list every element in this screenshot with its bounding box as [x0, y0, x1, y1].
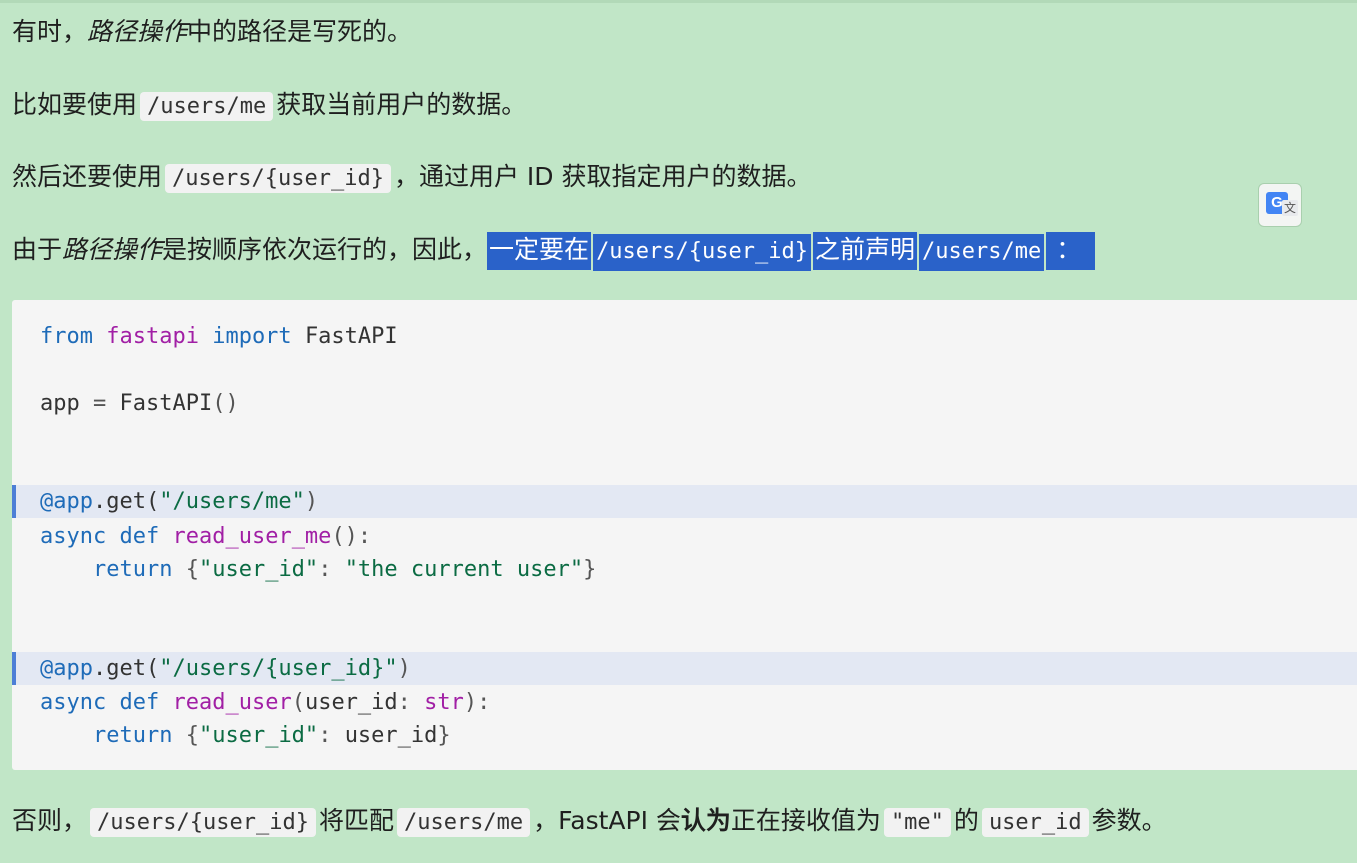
code-line-1: from fastapi import FastAPI	[12, 320, 1357, 353]
code-block: from fastapi import FastAPI app = FastAP…	[12, 300, 1357, 770]
kw-async: async	[40, 690, 107, 715]
para4-emphasis: 路径操作	[62, 235, 163, 264]
para5-text-mid1: 将匹配	[318, 806, 394, 835]
para5-text-mid3: 正在接收值为	[730, 806, 881, 835]
method-get: .get(	[92, 656, 160, 681]
colon: :	[397, 690, 425, 715]
paren-close: )	[397, 656, 411, 681]
function-name: read_user_me	[172, 524, 332, 549]
paragraph-hardcoded-paths: 有时，路径操作中的路径是写死的。	[12, 13, 412, 51]
colon: :	[318, 557, 345, 582]
code-line-3-highlighted: @app.get("/users/me")	[12, 485, 1357, 518]
inline-code-users-user-id: /users/{user_id}	[165, 164, 391, 193]
inline-code-users-user-id: /users/{user_id}	[90, 808, 316, 837]
para1-text-pre: 有时，	[12, 17, 88, 46]
paragraph-users-me: 比如要使用/users/me 获取当前用户的数据。	[12, 86, 526, 126]
inline-code-users-me: /users/me	[396, 808, 531, 837]
dict-key: "user_id"	[198, 723, 319, 748]
para1-emphasis: 路径操作	[87, 17, 188, 46]
import-name: FastAPI	[304, 324, 398, 349]
para4-text-mid: 是按顺序依次运行的，因此，	[162, 235, 488, 264]
selected-text-1: 一定要在	[487, 232, 592, 270]
brace-open: {	[185, 723, 199, 748]
brace-close: }	[437, 723, 451, 748]
paren-open: (	[291, 690, 305, 715]
decorator: @app	[40, 489, 93, 514]
kw-import: import	[212, 324, 292, 349]
para2-text-pre: 比如要使用	[12, 90, 138, 119]
inline-code-me: "me"	[883, 808, 951, 837]
paragraph-order-note: 由于路径操作是按顺序依次运行的，因此，一定要在/users/{user_id} 之…	[12, 231, 1096, 271]
signature-tail: ():	[331, 524, 372, 549]
para3-text-pre: 然后还要使用	[12, 162, 163, 191]
string-path: "/users/{user_id}"	[159, 656, 398, 681]
operator-eq: =	[79, 391, 120, 416]
code-line-2: app = FastAPI()	[12, 387, 1357, 420]
inline-code-users-me: /users/me	[140, 92, 274, 121]
top-border	[0, 0, 1357, 3]
para5-text-post: 参数。	[1091, 806, 1167, 835]
kw-async: async	[40, 524, 107, 549]
kw-from: from	[40, 324, 93, 349]
class-call: FastAPI	[119, 391, 213, 416]
brace-close: }	[583, 557, 597, 582]
inline-code-user-id: user_id	[981, 808, 1089, 837]
signature-tail: ):	[463, 690, 491, 715]
function-name: read_user	[172, 690, 292, 715]
code-line-5: return {"user_id": "the current user"}	[12, 553, 1357, 586]
kw-def: def	[119, 524, 160, 549]
type-annotation: str	[424, 690, 464, 715]
var-app: app	[40, 391, 80, 416]
kw-return: return	[92, 557, 173, 582]
para3-text-post: ，通过用户 ID 获取指定用户的数据。	[393, 162, 812, 191]
code-line-8: return {"user_id": user_id}	[12, 719, 1357, 752]
para1-text-post: 中的路径是写死的。	[187, 17, 413, 46]
colon: :	[318, 723, 345, 748]
dict-value: user_id	[344, 723, 438, 748]
dict-value: "the current user"	[344, 557, 584, 582]
translate-wen-icon: 文	[1282, 200, 1298, 216]
para4-text-pre: 由于	[12, 235, 63, 264]
code-line-4: async def read_user_me():	[12, 520, 1357, 553]
module-name: fastapi	[106, 324, 199, 349]
dict-key: "user_id"	[198, 557, 319, 582]
paren-close: )	[304, 489, 319, 514]
para5-strong: 认为	[680, 806, 731, 835]
para5-text-mid4: 的	[953, 806, 979, 835]
kw-def: def	[119, 690, 160, 715]
brace-open: {	[185, 557, 199, 582]
para2-text-post: 获取当前用户的数据。	[276, 90, 527, 119]
paren: ()	[212, 391, 239, 416]
selected-text-2: 之前声明	[812, 232, 917, 270]
decorator: @app	[40, 656, 93, 681]
code-line-6-highlighted: @app.get("/users/{user_id}")	[12, 652, 1357, 685]
paragraph-users-user-id: 然后还要使用/users/{user_id} ，通过用户 ID 获取指定用户的数据…	[12, 158, 811, 198]
string-path: "/users/me"	[159, 489, 305, 514]
paragraph-otherwise: 否则，/users/{user_id} 将匹配/users/me ，FastAPI …	[12, 802, 1167, 842]
google-translate-button[interactable]: G 文	[1258, 183, 1302, 227]
selected-text-3: ：	[1046, 232, 1096, 270]
code-line-7: async def read_user(user_id: str):	[12, 686, 1357, 719]
selected-code-users-user-id: /users/{user_id}	[593, 234, 811, 271]
kw-return: return	[92, 723, 173, 748]
para5-text-mid2: ，FastAPI 会	[533, 806, 681, 835]
selected-code-users-me: /users/me	[919, 234, 1045, 271]
para5-text-pre: 否则，	[12, 806, 88, 835]
param-name: user_id	[304, 690, 398, 715]
method-get: .get(	[92, 489, 160, 514]
